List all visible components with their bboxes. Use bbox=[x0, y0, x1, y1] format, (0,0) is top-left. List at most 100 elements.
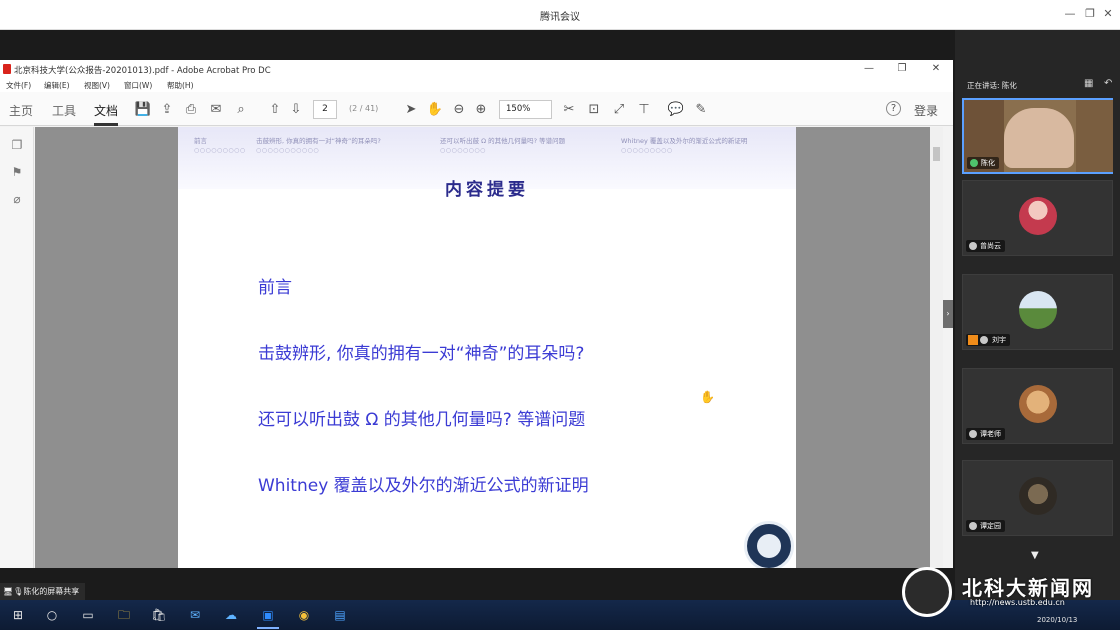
zoom-in-icon[interactable]: ⊕ bbox=[472, 101, 490, 119]
acrobat-restore-button[interactable]: ❐ bbox=[895, 62, 909, 76]
more-participants-icon[interactable]: ▼ bbox=[1031, 550, 1039, 561]
participant-tile[interactable]: 陈化 bbox=[962, 98, 1113, 174]
tab-document[interactable]: 文档 bbox=[94, 102, 118, 119]
mail-icon[interactable]: ✉ bbox=[207, 101, 225, 119]
participant-tile[interactable]: 谭老师 bbox=[962, 368, 1113, 444]
menu-view[interactable]: 视图(V) bbox=[84, 80, 110, 91]
acrobat-minimize-button[interactable]: — bbox=[862, 62, 876, 76]
header-section-2[interactable]: 击鼓辨形, 你真的拥有一对“神奇”的耳朵吗? bbox=[256, 135, 381, 145]
crop-icon[interactable]: ✂ bbox=[560, 101, 578, 119]
avatar bbox=[1019, 197, 1057, 235]
acrobat-title: 北京科技大学(公众报告-20201013).pdf - Adobe Acroba… bbox=[14, 66, 271, 76]
menu-help[interactable]: 帮助(H) bbox=[167, 80, 194, 91]
header-dots-3: ○○○○○○○○ bbox=[440, 147, 486, 154]
header-section-3[interactable]: 还可以听出鼓 Ω 的其他几何量吗? 等谱问题 bbox=[440, 135, 565, 145]
right-pane-toggle[interactable]: › bbox=[943, 300, 953, 328]
participant-name: 谭定园 bbox=[966, 520, 1005, 532]
outline-item: 还可以听出鼓 Ω 的其他几何量吗? 等谱问题 bbox=[258, 410, 586, 430]
slide-title: 内容提要 bbox=[445, 180, 529, 200]
participant-name: 谭老师 bbox=[966, 428, 1005, 440]
zoom-select[interactable]: 150% bbox=[499, 100, 552, 119]
meeting-title: 腾讯会议 bbox=[540, 12, 580, 23]
participant-tile[interactable]: 刘宇 bbox=[962, 274, 1113, 350]
speaking-indicator: 正在讲话: 陈化 bbox=[967, 81, 1017, 90]
file-explorer-icon[interactable]: 🗀 bbox=[116, 607, 132, 623]
page-number-input[interactable]: 2 bbox=[313, 100, 337, 119]
header-dots-1: ○○○○○○○○○ bbox=[194, 147, 246, 154]
cloud-app-icon[interactable]: ☁ bbox=[223, 607, 239, 623]
bookmark-icon[interactable]: ⚑ bbox=[9, 164, 25, 180]
windows-start-icon[interactable]: ⊞ bbox=[10, 607, 26, 623]
comment-icon[interactable]: 💬 bbox=[667, 101, 685, 119]
participant-tile[interactable]: 谭定园 bbox=[962, 460, 1113, 536]
task-view-icon[interactable]: ▭ bbox=[80, 607, 96, 623]
print-icon[interactable]: ⎙ bbox=[182, 101, 200, 119]
outline-item: 前言 bbox=[258, 278, 292, 298]
back-icon[interactable]: ↶ bbox=[1104, 78, 1112, 89]
university-logo bbox=[902, 567, 952, 617]
avatar bbox=[1019, 477, 1057, 515]
slide-page: 前言 击鼓辨形, 你真的拥有一对“神奇”的耳朵吗? 还可以听出鼓 Ω 的其他几何… bbox=[178, 127, 796, 568]
participants-panel: 正在讲话: 陈化 ▦ ↶ 陈化 曾尚云 刘宇 谭老师 谭定园 ▼ bbox=[955, 30, 1120, 600]
meeting-close-button[interactable]: ✕ bbox=[1100, 6, 1116, 22]
active-app-indicator bbox=[257, 627, 279, 629]
fullscreen-icon[interactable]: ⤢ bbox=[610, 101, 628, 119]
page-total: (2 / 41) bbox=[349, 104, 379, 113]
vertical-scrollbar[interactable] bbox=[930, 127, 943, 568]
active-tab-indicator bbox=[94, 123, 118, 126]
acrobat-titlebar: 北京科技大学(公众报告-20201013).pdf - Adobe Acroba… bbox=[0, 60, 953, 78]
search-circle-icon[interactable]: ○ bbox=[44, 607, 60, 623]
watermark-title: 北科大新闻网 bbox=[962, 576, 1094, 600]
news-watermark: 北科大新闻网 http://news.ustb.edu.cn bbox=[900, 564, 1110, 624]
hand-tool-icon[interactable]: ✋ bbox=[426, 101, 444, 119]
scrollbar-thumb[interactable] bbox=[933, 147, 940, 161]
tab-tools[interactable]: 工具 bbox=[52, 102, 76, 119]
menubar: 文件(F) 编辑(E) 视图(V) 窗口(W) 帮助(H) bbox=[0, 78, 953, 92]
pen-icon[interactable]: ✎ bbox=[692, 101, 710, 119]
participant-name: 曾尚云 bbox=[966, 240, 1005, 252]
page-thumbnails-icon[interactable]: ❐ bbox=[9, 137, 25, 153]
next-page-icon[interactable]: ⇩ bbox=[287, 101, 305, 119]
hand-cursor-icon: ✋ bbox=[700, 390, 715, 404]
tab-home[interactable]: 主页 bbox=[9, 102, 33, 119]
app-icon[interactable]: ▤ bbox=[332, 607, 348, 623]
screen-share-banner: 🖥🎙陈化的屏幕共享 bbox=[0, 583, 86, 600]
avatar bbox=[1019, 385, 1057, 423]
menu-file[interactable]: 文件(F) bbox=[6, 80, 31, 91]
help-icon[interactable]: ? bbox=[886, 101, 901, 116]
chrome-icon[interactable]: ◉ bbox=[296, 607, 312, 623]
zoom-value: 150% bbox=[506, 104, 531, 114]
stamp-icon[interactable]: ⊤ bbox=[635, 101, 653, 119]
menu-edit[interactable]: 编辑(E) bbox=[44, 80, 70, 91]
outline-item: Whitney 覆盖以及外尔的渐近公式的新证明 bbox=[258, 476, 589, 496]
header-section-1[interactable]: 前言 bbox=[194, 135, 207, 145]
meeting-app-icon[interactable]: ▣ bbox=[260, 607, 276, 623]
prev-page-icon[interactable]: ⇧ bbox=[266, 101, 284, 119]
meeting-titlebar: 腾讯会议 — ❐ ✕ bbox=[0, 0, 1120, 30]
toolbar: 主页 工具 文档 💾 ⇪ ⎙ ✉ ⌕ ⇧ ⇩ 2 (2 / 41) ➤ ✋ ⊖ … bbox=[0, 92, 953, 126]
acrobat-close-button[interactable]: ✕ bbox=[929, 62, 943, 76]
zoom-out-icon[interactable]: ⊖ bbox=[450, 101, 468, 119]
header-section-4[interactable]: Whitney 覆盖以及外尔的渐近公式的新证明 bbox=[621, 135, 747, 145]
header-dots-2: ○○○○○○○○○○○ bbox=[256, 147, 320, 154]
search-icon[interactable]: ⌕ bbox=[232, 101, 250, 119]
upload-icon[interactable]: ⇪ bbox=[158, 101, 176, 119]
avatar bbox=[1019, 291, 1057, 329]
pdf-icon bbox=[3, 64, 11, 74]
participant-tile[interactable]: 曾尚云 bbox=[962, 180, 1113, 256]
login-link[interactable]: 登录 bbox=[914, 102, 938, 119]
grid-view-icon[interactable]: ▦ bbox=[1084, 78, 1093, 89]
menu-window[interactable]: 窗口(W) bbox=[124, 80, 152, 91]
header-dots-4: ○○○○○○○○○ bbox=[621, 147, 673, 154]
meeting-restore-button[interactable]: ❐ bbox=[1082, 6, 1098, 22]
store-icon[interactable]: 🛍 bbox=[151, 607, 167, 623]
meeting-minimize-button[interactable]: — bbox=[1062, 6, 1078, 22]
attachment-icon[interactable]: ⌀ bbox=[9, 191, 25, 207]
save-icon[interactable]: 💾 bbox=[134, 101, 152, 119]
select-tool-icon[interactable]: ➤ bbox=[402, 101, 420, 119]
mail-app-icon[interactable]: ✉ bbox=[187, 607, 203, 623]
fit-page-icon[interactable]: ⊡ bbox=[585, 101, 603, 119]
university-seal-logo bbox=[744, 521, 794, 568]
outline-item: 击鼓辨形, 你真的拥有一对“神奇”的耳朵吗? bbox=[258, 344, 585, 364]
left-navigation-rail: ❐ ⚑ ⌀ bbox=[0, 127, 34, 568]
